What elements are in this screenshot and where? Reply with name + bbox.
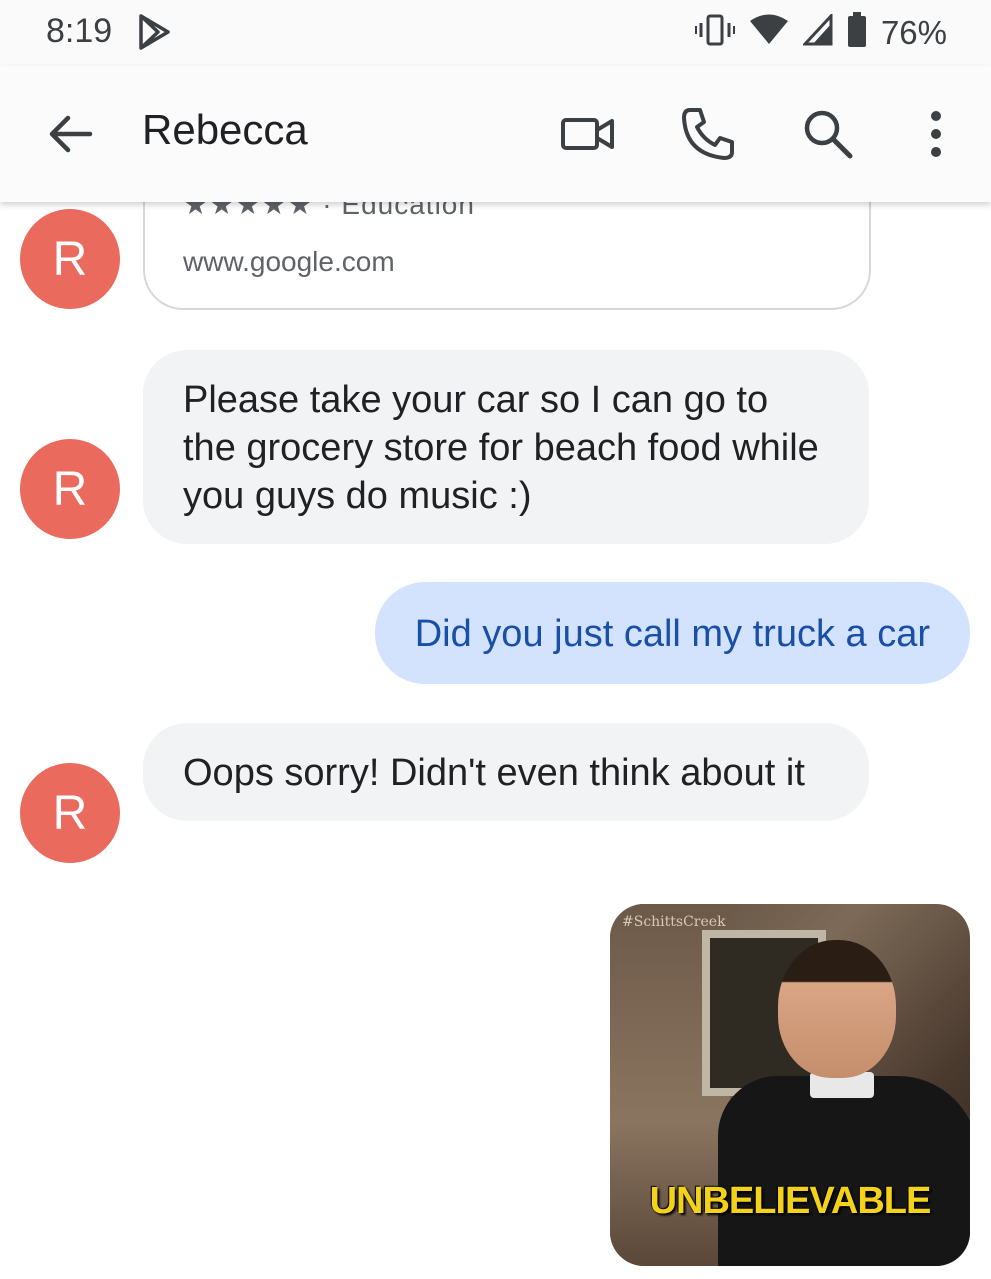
incoming-message-bubble[interactable]: Please take your car so I can go to the … [143, 350, 869, 544]
wifi-icon [749, 14, 789, 51]
gif-watermark: #SchittsCreek [622, 914, 726, 930]
search-icon[interactable] [800, 106, 856, 162]
status-bar: 8:19 76% [0, 0, 991, 66]
more-vert-icon[interactable] [908, 106, 964, 162]
incoming-message-bubble[interactable]: Oops sorry! Didn't even think about it [143, 723, 869, 821]
link-preview-card[interactable]: ★★★★★ · Education www.google.com [143, 202, 871, 310]
phone-icon[interactable] [680, 106, 736, 162]
vibrate-icon [694, 13, 735, 52]
conversation-app-bar: Rebecca [0, 66, 991, 202]
gif-person-head-shape [778, 940, 896, 1078]
battery-icon [847, 12, 867, 53]
signal-icon [801, 12, 833, 51]
link-preview-url[interactable]: www.google.com [183, 246, 395, 278]
message-thread[interactable]: R ★★★★★ · Education www.google.com R Ple… [0, 202, 991, 1279]
gif-message[interactable]: #SchittsCreek UNBELIEVABLE [610, 904, 970, 1266]
battery-percentage: 76% [880, 13, 947, 51]
gif-person-shape [718, 1076, 970, 1266]
link-preview-rating: ★★★★★ · Education [183, 202, 475, 220]
contact-avatar[interactable]: R [20, 209, 120, 309]
back-arrow-icon[interactable] [46, 110, 94, 158]
contact-avatar[interactable]: R [20, 763, 120, 863]
outgoing-message-bubble[interactable]: Did you just call my truck a car [374, 582, 970, 684]
contact-avatar[interactable]: R [20, 439, 120, 539]
gif-caption: UNBELIEVABLE [649, 1180, 932, 1222]
contact-name[interactable]: Rebecca [142, 106, 308, 154]
video-call-icon[interactable] [560, 106, 616, 162]
status-time: 8:19 [46, 12, 113, 50]
play-store-icon [138, 14, 172, 55]
